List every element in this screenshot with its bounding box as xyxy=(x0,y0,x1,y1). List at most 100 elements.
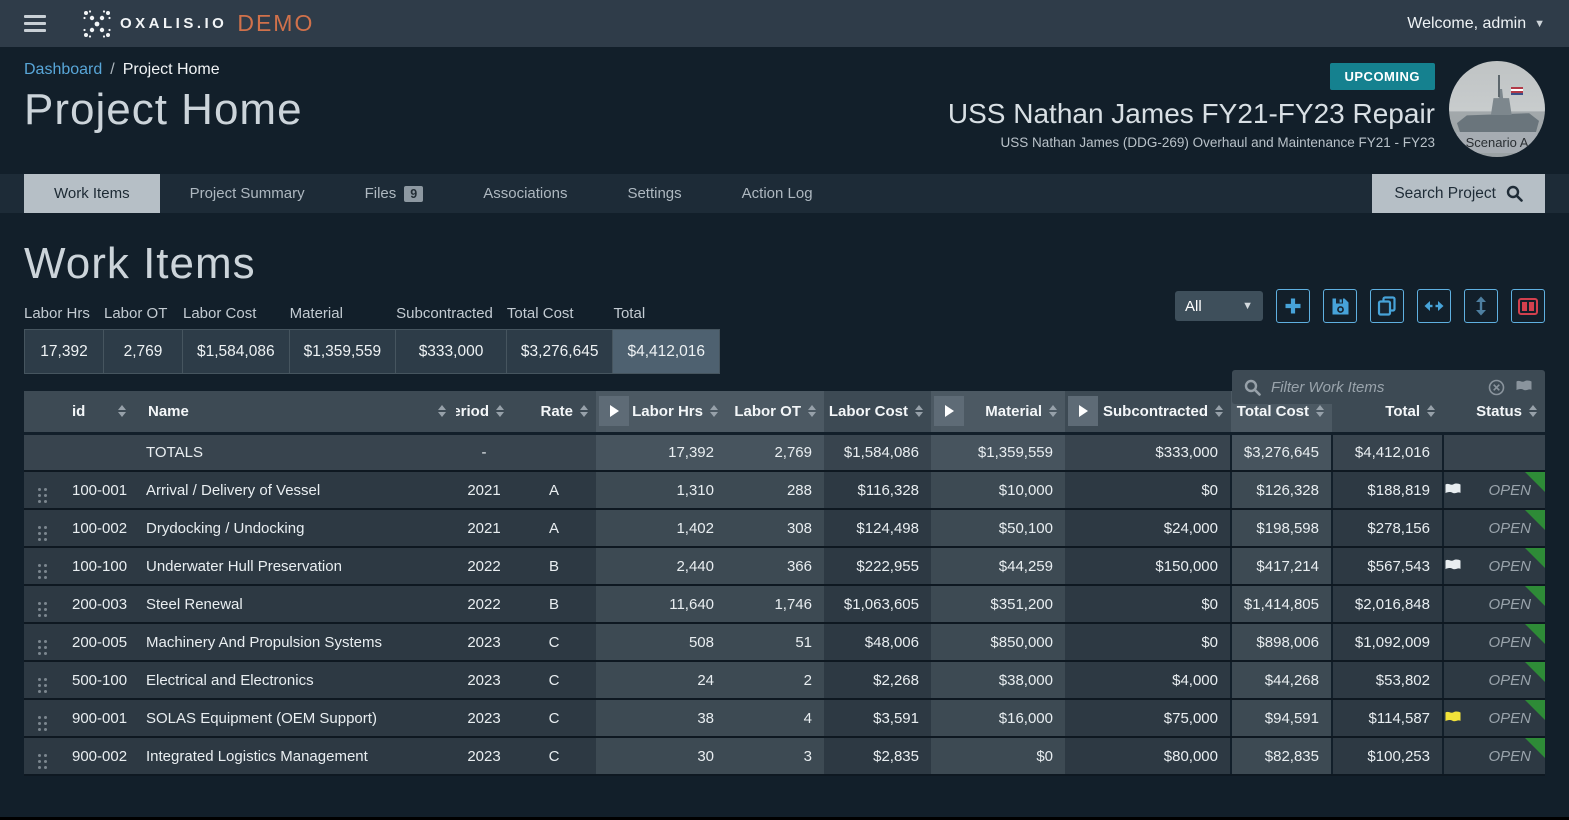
tab-files[interactable]: Files 9 xyxy=(335,174,454,213)
copy-button[interactable] xyxy=(1370,289,1404,323)
expand-right-icon xyxy=(945,405,954,417)
tab-associations[interactable]: Associations xyxy=(453,174,597,213)
tab-bar-tabs: Work Items Project Summary Files 9 Assoc… xyxy=(24,174,843,213)
save-button[interactable] xyxy=(1323,289,1357,323)
project-title: USS Nathan James FY21-FY23 Repair xyxy=(948,98,1435,130)
col-header-labor-cost[interactable]: Labor Cost xyxy=(824,391,931,433)
summary-value: $4,412,016 xyxy=(612,329,720,374)
add-icon xyxy=(1283,296,1303,316)
drag-dots-icon xyxy=(38,602,47,617)
drag-dots-icon xyxy=(38,564,47,579)
filter-work-items-input[interactable] xyxy=(1271,379,1478,396)
col-header-labor-hrs[interactable]: Labor Hrs xyxy=(632,391,726,433)
flag-icon[interactable] xyxy=(1444,483,1462,498)
clear-filter-icon[interactable] xyxy=(1488,379,1505,396)
search-project-button[interactable]: Search Project xyxy=(1372,174,1545,213)
sort-icon xyxy=(915,405,923,417)
drag-dots-icon xyxy=(38,716,47,731)
cell-labor-hrs: 24 xyxy=(632,661,726,699)
table-row[interactable]: 100-100 Underwater Hull Preservation 202… xyxy=(24,547,1545,585)
sort-icon xyxy=(580,405,588,417)
sort-icon xyxy=(1215,405,1223,417)
page-title: Project Home xyxy=(24,85,303,135)
summary-value: $1,584,086 xyxy=(182,329,290,374)
view-filter-select[interactable]: All ▼ xyxy=(1175,291,1263,321)
chevron-down-icon: ▼ xyxy=(1242,300,1253,312)
table-row[interactable]: 200-003 Steel Renewal 2022 B 11,640 1,74… xyxy=(24,585,1545,623)
drag-handle[interactable] xyxy=(24,737,60,775)
drag-handle[interactable] xyxy=(24,547,60,585)
table-row[interactable]: 100-002 Drydocking / Undocking 2021 A 1,… xyxy=(24,509,1545,547)
tab-work-items[interactable]: Work Items xyxy=(24,174,160,213)
hamburger-menu-icon[interactable] xyxy=(24,15,46,32)
status-corner-icon xyxy=(1525,548,1545,568)
drag-handle[interactable] xyxy=(24,471,60,509)
table-toolbar: All ▼ xyxy=(1175,289,1545,323)
status-corner-icon xyxy=(1525,624,1545,644)
work-items-section: Work Items All ▼ xyxy=(0,239,1569,776)
col-header-subcontracted[interactable]: Subcontracted xyxy=(1101,391,1231,433)
summary-item: Labor Hrs 17,392 xyxy=(24,305,104,374)
expand-columns-button[interactable] xyxy=(1417,289,1451,323)
cell-labor-hrs: 30 xyxy=(632,737,726,775)
drag-handle[interactable] xyxy=(24,699,60,737)
expand-material-group-button[interactable] xyxy=(934,396,964,426)
cell-subcontracted: $0 xyxy=(1101,471,1231,509)
filter-box xyxy=(1232,370,1545,404)
col-header-name[interactable]: Name xyxy=(136,391,456,433)
cell-status: OPEN xyxy=(1443,699,1545,737)
drag-handle[interactable] xyxy=(24,585,60,623)
expand-right-icon xyxy=(610,405,619,417)
drag-handle[interactable] xyxy=(24,623,60,661)
col-header-labor-ot[interactable]: Labor OT xyxy=(726,391,824,433)
col-header-period[interactable]: Period xyxy=(456,391,512,433)
drag-dots-icon xyxy=(38,488,47,503)
cell-rate: A xyxy=(512,471,596,509)
flag-icon[interactable] xyxy=(1444,559,1462,574)
status-corner-icon xyxy=(1525,700,1545,720)
cell-subcontracted: $4,000 xyxy=(1101,661,1231,699)
col-header-material[interactable]: Material xyxy=(967,391,1065,433)
cell-rate: A xyxy=(512,509,596,547)
cell-labor-cost: $116,328 xyxy=(824,471,931,509)
table-row[interactable]: 200-005 Machinery And Propulsion Systems… xyxy=(24,623,1545,661)
table-row[interactable]: 900-001 SOLAS Equipment (OEM Support) 20… xyxy=(24,699,1545,737)
col-header-rate[interactable]: Rate xyxy=(512,391,596,433)
expand-rows-button[interactable] xyxy=(1464,289,1498,323)
cell-labor-hrs: 1,402 xyxy=(632,509,726,547)
drag-handle[interactable] xyxy=(24,509,60,547)
cell-rate: C xyxy=(512,623,596,661)
table-row[interactable]: 500-100 Electrical and Electronics 2023 … xyxy=(24,661,1545,699)
col-header-id[interactable]: id xyxy=(60,391,136,433)
cell-labor-cost: $124,498 xyxy=(824,509,931,547)
table-row[interactable]: 100-001 Arrival / Delivery of Vessel 202… xyxy=(24,471,1545,509)
cell-subcontracted: $80,000 xyxy=(1101,737,1231,775)
drag-handle[interactable] xyxy=(24,661,60,699)
cell-subcontracted: $75,000 xyxy=(1101,699,1231,737)
flag-filter-icon[interactable] xyxy=(1515,380,1533,395)
tab-settings[interactable]: Settings xyxy=(597,174,711,213)
breadcrumb-dashboard-link[interactable]: Dashboard xyxy=(24,61,102,79)
column-settings-button[interactable] xyxy=(1511,289,1545,323)
totals-label: TOTALS xyxy=(136,433,456,471)
sort-icon xyxy=(1316,405,1324,417)
cell-total: $100,253 xyxy=(1332,737,1443,775)
cell-name: Arrival / Delivery of Vessel xyxy=(136,471,456,509)
project-avatar[interactable]: Scenario A xyxy=(1449,61,1545,157)
tab-bar: Work Items Project Summary Files 9 Assoc… xyxy=(0,174,1569,213)
breadcrumb-separator: / xyxy=(110,61,114,79)
cell-total-cost: $1,414,805 xyxy=(1231,585,1332,623)
search-icon xyxy=(1244,379,1261,396)
flag-icon[interactable] xyxy=(1444,711,1462,726)
table-row[interactable]: 900-002 Integrated Logistics Management … xyxy=(24,737,1545,775)
cell-period: 2021 xyxy=(456,509,512,547)
sort-icon xyxy=(710,405,718,417)
user-menu[interactable]: Welcome, admin ▼ xyxy=(1407,15,1545,33)
add-work-item-button[interactable] xyxy=(1276,289,1310,323)
expand-subcontracted-group-button[interactable] xyxy=(1068,396,1098,426)
cell-total-cost: $94,591 xyxy=(1231,699,1332,737)
cell-period: 2023 xyxy=(456,623,512,661)
expand-labor-group-button[interactable] xyxy=(599,396,629,426)
tab-project-summary[interactable]: Project Summary xyxy=(160,174,335,213)
tab-action-log[interactable]: Action Log xyxy=(712,174,843,213)
